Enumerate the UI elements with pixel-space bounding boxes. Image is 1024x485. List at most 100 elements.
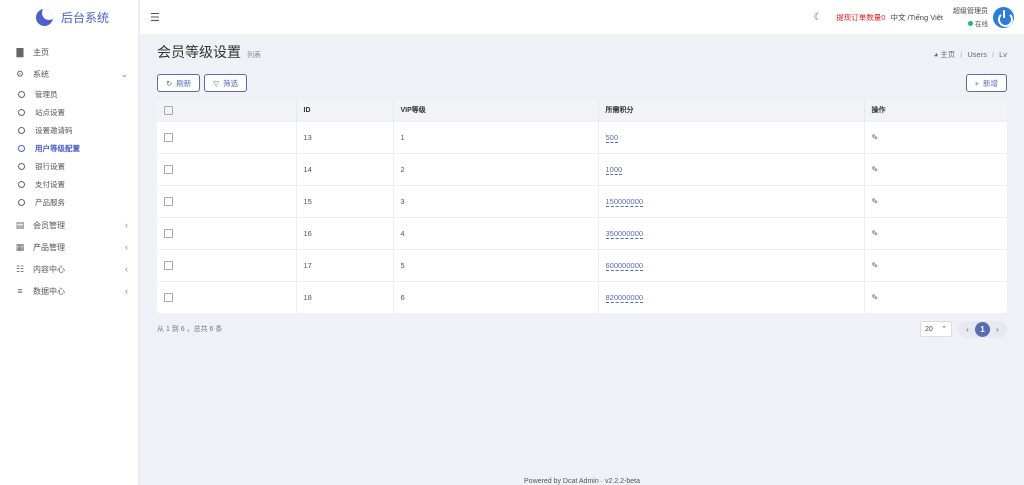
sidebar-subitem-admins[interactable]: 管理员 [0,85,138,103]
sidebar-subitem-invite-code[interactable]: 设置邀请码 [0,121,138,139]
sidebar-item-label: 主页 [33,47,49,58]
filter-button[interactable]: ▽ 筛选 [204,74,247,92]
data-table: ID VIP等级 所需积分 操作 13 1 500 ✎ 14 2 [157,100,1007,313]
cell-points-editable[interactable]: 600000000 [606,261,644,271]
new-button[interactable]: + 新增 [966,74,1007,92]
table-row: 15 3 150000000 ✎ [157,185,1007,217]
comments-icon: ☷ [14,264,26,275]
withdraw-order-count[interactable]: 提现订单数量0 [836,12,885,23]
language-switcher[interactable]: 中文 /Tiếng Việt [890,12,943,23]
sidebar-item-label: 系统 [33,69,49,80]
prev-page-button[interactable]: ‹ [960,322,975,337]
edit-icon[interactable]: ✎ [872,293,879,302]
select-all-header [157,100,296,121]
refresh-label: 刷新 [176,78,191,89]
edit-icon[interactable]: ✎ [872,261,879,270]
cell-level: 3 [393,185,598,217]
circle-icon [18,91,25,98]
cell-points-editable[interactable]: 500 [606,133,619,143]
table-row: 13 1 500 ✎ [157,121,1007,153]
topbar: ☰ ☾ 提现订单数量0 中文 /Tiếng Việt 超级管理员 在线 [140,0,1024,34]
filter-label: 筛选 [223,78,238,89]
brand-title: 后台系统 [61,9,109,26]
refresh-button[interactable]: ↻ 刷新 [157,74,200,92]
cell-level: 1 [393,121,598,153]
user-status-label: 在线 [975,18,988,28]
sidebar-subitem-payment-settings[interactable]: 支付设置 [0,175,138,193]
breadcrumb-lv: Lv [999,50,1007,59]
table-header-row: ID VIP等级 所需积分 操作 [157,100,1007,121]
table-row: 18 6 820000000 ✎ [157,281,1007,313]
column-header-id[interactable]: ID [296,100,393,121]
per-page-value: 20 [925,326,933,333]
id-card-icon: ▤ [14,220,26,231]
sidebar-item-members[interactable]: ▤ 会员管理 ‹ [0,214,138,236]
sidebar-subitem-label: 站点设置 [35,107,65,118]
circle-icon [18,199,25,206]
cell-points-editable[interactable]: 350000000 [606,229,644,239]
chevron-left-icon: ‹ [125,286,128,296]
edit-icon[interactable]: ✎ [872,229,879,238]
row-checkbox[interactable] [164,133,173,142]
circle-icon [18,181,25,188]
sidebar: 后台系统 ▇ 主页 ⚙ 系统 ⌄ 管理员 站点设置 设置邀请码 用户等级配置 [0,0,139,485]
select-all-checkbox[interactable] [164,106,173,115]
breadcrumb-users[interactable]: Users [967,50,987,59]
sidebar-item-home[interactable]: ▇ 主页 [0,41,138,63]
sidebar-item-system[interactable]: ⚙ 系统 ⌄ [0,63,138,85]
cell-points-editable[interactable]: 820000000 [606,293,644,303]
circle-icon [18,145,25,152]
sidebar-item-label: 会员管理 [33,220,65,231]
row-checkbox[interactable] [164,293,173,302]
edit-icon[interactable]: ✎ [872,165,879,174]
moon-icon[interactable]: ☾ [813,12,822,23]
cell-points-editable[interactable]: 1000 [606,165,623,175]
edit-icon[interactable]: ✎ [872,133,879,142]
page-button-current[interactable]: 1 [975,322,990,337]
chevron-up-icon: ⌃ [941,325,947,333]
toolbar: ↻ 刷新 ▽ 筛选 + 新增 [157,73,1007,93]
table-footer: 从 1 到 6 ，总共 6 条 20 ⌃ ‹ 1 › [157,319,1007,339]
cell-id: 16 [296,217,393,249]
column-header-points[interactable]: 所需积分 [598,100,864,121]
cell-id: 17 [296,249,393,281]
menu-toggle-icon[interactable]: ☰ [150,11,160,24]
sidebar-subitem-product-service[interactable]: 产品服务 [0,193,138,211]
sidebar-item-data[interactable]: ≡ 数据中心 ‹ [0,280,138,302]
sidebar-subitem-site-settings[interactable]: 站点设置 [0,103,138,121]
chevron-left-icon: ‹ [125,220,128,230]
row-checkbox[interactable] [164,197,173,206]
pagination-summary: 从 1 到 6 ，总共 6 条 [157,324,222,334]
power-icon[interactable] [993,7,1014,28]
sidebar-subitem-bank-settings[interactable]: 银行设置 [0,157,138,175]
user-status: 在线 [968,18,988,28]
table-row: 17 5 600000000 ✎ [157,249,1007,281]
sidebar-subitem-label: 用户等级配置 [35,143,80,154]
edit-icon[interactable]: ✎ [872,197,879,206]
cell-level: 4 [393,217,598,249]
sidebar-item-products[interactable]: ▦ 产品管理 ‹ [0,236,138,258]
brand[interactable]: 后台系统 [0,0,138,34]
page-title: 会员等级设置 [157,42,241,62]
next-page-button[interactable]: › [990,322,1005,337]
column-header-level[interactable]: VIP等级 [393,100,598,121]
breadcrumb-home[interactable]: 主页 [940,49,955,60]
breadcrumb: ◕ 主页 / Users / Lv [934,49,1007,60]
row-checkbox[interactable] [164,165,173,174]
sidebar-item-label: 数据中心 [33,286,65,297]
row-checkbox[interactable] [164,261,173,270]
gear-icon: ⚙ [14,69,26,80]
sidebar-nav: ▇ 主页 ⚙ 系统 ⌄ 管理员 站点设置 设置邀请码 用户等级配置 银行设置 [0,34,138,302]
brand-logo [36,9,53,26]
user-menu[interactable]: 超级管理员 在线 [953,6,988,28]
sidebar-item-content[interactable]: ☷ 内容中心 ‹ [0,258,138,280]
column-header-actions: 操作 [864,100,1007,121]
cell-points-editable[interactable]: 150000000 [606,197,644,207]
per-page-select[interactable]: 20 ⌃ [920,321,952,337]
sidebar-subitem-user-levels[interactable]: 用户等级配置 [0,139,138,157]
new-label: 新增 [983,78,998,89]
refresh-icon: ↻ [166,79,172,88]
sidebar-subitem-label: 管理员 [35,89,58,100]
row-checkbox[interactable] [164,229,173,238]
cell-id: 18 [296,281,393,313]
